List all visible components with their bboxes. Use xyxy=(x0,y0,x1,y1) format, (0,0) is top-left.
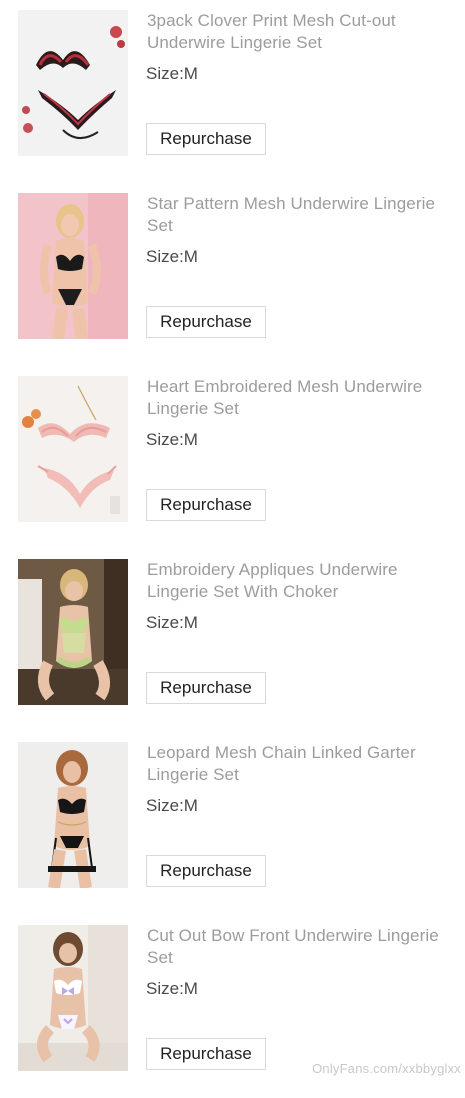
product-image[interactable] xyxy=(18,376,128,522)
product-thumbnail xyxy=(18,742,128,888)
product-image[interactable] xyxy=(18,925,128,1071)
product-title[interactable]: 3pack Clover Print Mesh Cut-out Underwir… xyxy=(147,10,457,54)
product-size: Size:M xyxy=(146,613,198,632)
product-thumbnail xyxy=(18,376,128,522)
product-size: Size:M xyxy=(146,430,198,449)
repurchase-button[interactable]: Repurchase xyxy=(146,306,266,338)
list-item: Heart Embroidered Mesh Underwire Lingeri… xyxy=(0,366,465,549)
repurchase-button[interactable]: Repurchase xyxy=(146,123,266,155)
product-title[interactable]: Cut Out Bow Front Underwire Lingerie Set xyxy=(147,925,457,969)
repurchase-button[interactable]: Repurchase xyxy=(146,672,266,704)
product-title[interactable]: Embroidery Appliques Underwire Lingerie … xyxy=(147,559,457,603)
product-image[interactable] xyxy=(18,559,128,705)
list-item: 3pack Clover Print Mesh Cut-out Underwir… xyxy=(0,0,465,183)
product-thumbnail xyxy=(18,925,128,1071)
list-item: Star Pattern Mesh Underwire Lingerie Set… xyxy=(0,183,465,366)
product-size: Size:M xyxy=(146,796,198,815)
repurchase-button[interactable]: Repurchase xyxy=(146,489,266,521)
repurchase-button[interactable]: Repurchase xyxy=(146,855,266,887)
product-title[interactable]: Star Pattern Mesh Underwire Lingerie Set xyxy=(147,193,457,237)
watermark: OnlyFans.com/xxbbyglxx xyxy=(312,1061,461,1076)
product-thumbnail xyxy=(18,559,128,705)
product-title[interactable]: Heart Embroidered Mesh Underwire Lingeri… xyxy=(147,376,457,420)
product-size: Size:M xyxy=(146,247,198,266)
repurchase-button[interactable]: Repurchase xyxy=(146,1038,266,1070)
product-image[interactable] xyxy=(18,742,128,888)
product-image[interactable] xyxy=(18,10,128,156)
product-thumbnail xyxy=(18,10,128,156)
list-item: Leopard Mesh Chain Linked Garter Lingeri… xyxy=(0,732,465,915)
list-item: Embroidery Appliques Underwire Lingerie … xyxy=(0,549,465,732)
product-size: Size:M xyxy=(146,979,198,998)
product-title[interactable]: Leopard Mesh Chain Linked Garter Lingeri… xyxy=(147,742,457,786)
product-size: Size:M xyxy=(146,64,198,83)
product-image[interactable] xyxy=(18,193,128,339)
product-thumbnail xyxy=(18,193,128,339)
